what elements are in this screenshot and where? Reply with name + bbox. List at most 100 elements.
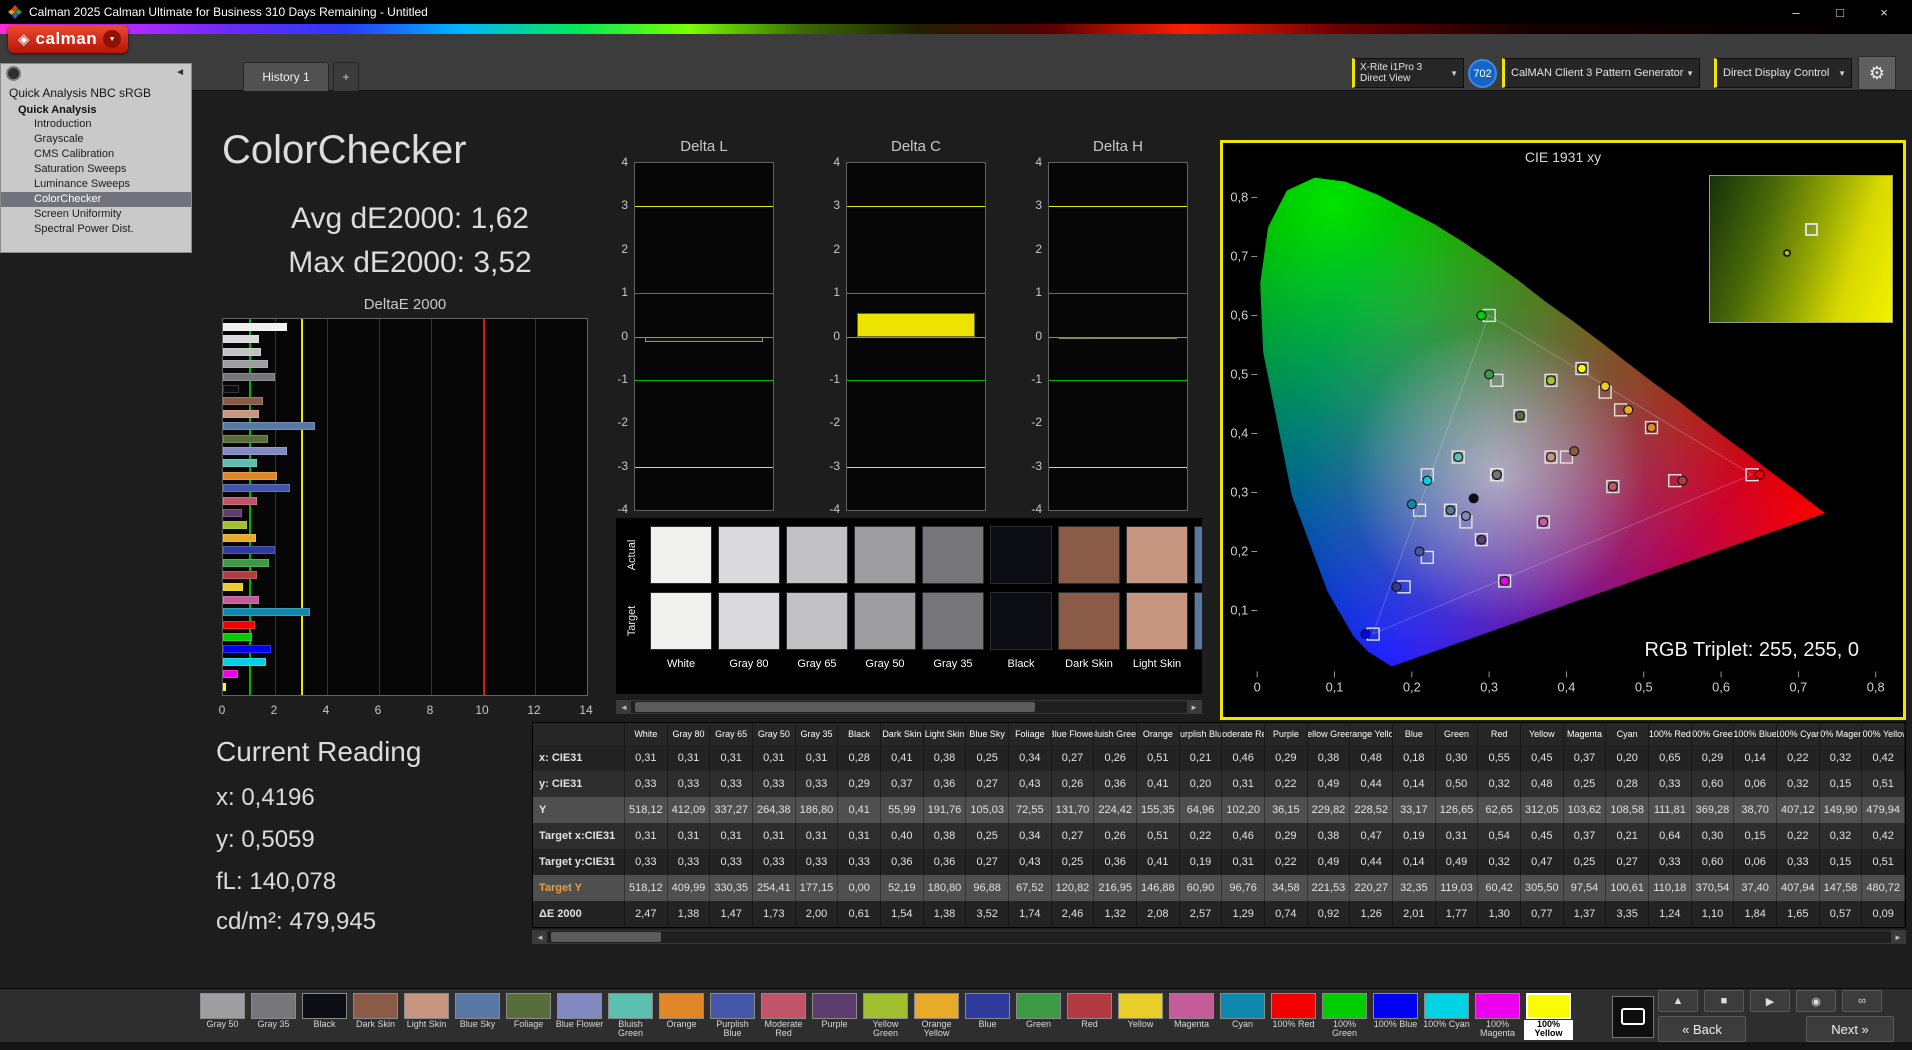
pattern-swatch-yellow[interactable]: Yellow [1116,991,1165,1040]
row-header: y: CIE31 [533,771,625,797]
sidebar-item-cms-calibration[interactable]: CMS Calibration [1,147,191,162]
pattern-swatch-gray-50[interactable]: Gray 50 [198,991,247,1040]
table-cell: 0,33 [1649,849,1692,875]
scroll-left-icon[interactable]: ◄ [617,701,631,713]
pattern-swatch-bluish-green[interactable]: Bluish Green [606,991,655,1040]
sidebar-collapse-button[interactable]: ◄ [175,67,185,78]
table-cell: 108,58 [1606,797,1649,823]
sidebar-item-spectral-power-dist-[interactable]: Spectral Power Dist. [1,222,191,237]
pattern-swatch-blue[interactable]: Blue [963,991,1012,1040]
pattern-swatch-foliage[interactable]: Foliage [504,991,553,1040]
scrollbar-track[interactable] [547,931,1891,943]
pattern-label: 100% Cyan [1423,1020,1470,1040]
pattern-swatch-blue-sky[interactable]: Blue Sky [453,991,502,1040]
scrollbar-thumb[interactable] [635,702,1035,712]
table-cell: 120,82 [1052,875,1095,901]
minimize-button[interactable]: – [1774,0,1818,24]
workflow-menu-button[interactable] [6,66,21,81]
table-cell: 60,90 [1180,875,1223,901]
scrollbar-thumb[interactable] [551,932,661,942]
close-button[interactable]: × [1862,0,1906,24]
pattern-swatch-moderate-red[interactable]: Moderate Red [759,991,808,1040]
pattern-swatch-black[interactable]: Black [300,991,349,1040]
pattern-swatch-cyan[interactable]: Cyan [1218,991,1267,1040]
table-cell: 0,31 [710,745,753,771]
deltae-bar-gray-35 [223,373,275,381]
svg-text:0,8: 0,8 [1867,679,1885,694]
pattern-swatch-blue-flower[interactable]: Blue Flower [555,991,604,1040]
settings-gear-button[interactable]: ⚙ [1858,56,1896,90]
pattern-swatch-red[interactable]: Red [1065,991,1114,1040]
pattern-generator-dropdown[interactable]: CalMAN Client 3 Pattern Generator ▼ [1502,58,1700,88]
pattern-swatch-gray-35[interactable]: Gray 35 [249,991,298,1040]
table-cell: 3,35 [1606,901,1649,927]
logo-menu-caret-icon[interactable]: ▼ [103,30,121,48]
maximize-button[interactable]: □ [1818,0,1862,24]
current-reading-title: Current Reading [216,736,421,768]
col-header-100-cyan: 100% Cyan [1777,723,1820,745]
pattern-swatch-yellow-green[interactable]: Yellow Green [861,991,910,1040]
calman-logo-button[interactable]: ◈ calman ▼ [8,25,128,53]
pattern-swatch-100-yellow[interactable]: 100% Yellow [1524,991,1573,1040]
meter-count-badge[interactable]: 702 [1468,59,1497,88]
y-tick-label: 0 [1020,329,1042,343]
pattern-swatch-magenta[interactable]: Magenta [1167,991,1216,1040]
sidebar-item-luminance-sweeps[interactable]: Luminance Sweeps [1,177,191,192]
scroll-left-icon[interactable]: ◄ [533,931,547,943]
swatch-scrollbar[interactable]: ◄ ► [616,700,1202,714]
capture-button[interactable]: ◉ [1796,990,1836,1012]
table-cell: 72,55 [1009,797,1052,823]
delta-l-chart: Delta L 43210-1-2-3-4 [608,138,776,518]
play-button[interactable]: ▶ [1750,990,1790,1012]
add-tab-button[interactable]: + [333,62,359,91]
pattern-swatch-100-cyan[interactable]: 100% Cyan [1422,991,1471,1040]
pattern-window-button[interactable] [1612,996,1654,1038]
scroll-right-icon[interactable]: ► [1187,701,1201,713]
display-control-dropdown[interactable]: Direct Display Control ▼ [1714,58,1852,88]
pattern-label: Blue Sky [460,1020,496,1040]
pattern-swatch-100-green[interactable]: 100% Green [1320,991,1369,1040]
table-cell: 38,70 [1734,797,1777,823]
pattern-swatch-green[interactable]: Green [1014,991,1063,1040]
stop-button[interactable]: ■ [1704,990,1744,1012]
deltae-bar-100-green [223,633,252,641]
pattern-swatch-light-skin[interactable]: Light Skin [402,991,451,1040]
next-button[interactable]: Next » [1806,1016,1894,1042]
table-scrollbar[interactable]: ◄ ► [532,930,1906,944]
sidebar-item-grayscale[interactable]: Grayscale [1,132,191,147]
col-header-100-blue: 100% Blue [1734,723,1777,745]
pattern-swatch-dark-skin[interactable]: Dark Skin [351,991,400,1040]
scrollbar-track[interactable] [631,701,1187,713]
tab-history-1[interactable]: History 1 [243,62,329,91]
pattern-swatch-purplish-blue[interactable]: Purplish Blue [708,991,757,1040]
table-cell: 1,73 [753,901,796,927]
pattern-swatch-100-blue[interactable]: 100% Blue [1371,991,1420,1040]
col-header-purple: Purple [1265,723,1308,745]
pattern-swatch-orange-yellow[interactable]: Orange Yellow [912,991,961,1040]
sidebar-item-colorchecker[interactable]: ColorChecker [1,192,191,207]
pattern-swatch-100-magenta[interactable]: 100% Magenta [1473,991,1522,1040]
pattern-generator-label: CalMAN Client 3 Pattern Generator [1511,67,1683,79]
tree-root-quick-analysis[interactable]: Quick Analysis [1,103,191,117]
pattern-swatch-orange[interactable]: Orange [657,991,706,1040]
table-cell: 221,53 [1308,875,1351,901]
sidebar-item-introduction[interactable]: Introduction [1,117,191,132]
table-cell: 0,27 [966,849,1009,875]
sidebar-item-screen-uniformity[interactable]: Screen Uniformity [1,207,191,222]
reference-line [1049,206,1187,207]
reading-x: x: 0,4196 [216,784,315,812]
swatch-compare-panel: Actual Target WhiteGray 80Gray 65Gray 50… [616,518,1202,694]
table-cell: 480,72 [1862,875,1905,901]
scroll-right-icon[interactable]: ► [1891,931,1905,943]
pattern-swatch-100-red[interactable]: 100% Red [1269,991,1318,1040]
pattern-swatch-purple[interactable]: Purple [810,991,859,1040]
back-button[interactable]: « Back [1658,1016,1746,1042]
table-cell: 0,33 [796,849,839,875]
cie-measured-point [1516,411,1525,420]
svg-text:0,6: 0,6 [1712,679,1730,694]
meter-dropdown[interactable]: X-Rite i1Pro 3 Direct View ▼ [1352,58,1464,88]
up-button[interactable]: ▲ [1658,990,1698,1012]
target-swatch-light-skin [1126,592,1188,650]
sidebar-item-saturation-sweeps[interactable]: Saturation Sweeps [1,162,191,177]
continuous-button[interactable]: ∞ [1842,990,1882,1012]
